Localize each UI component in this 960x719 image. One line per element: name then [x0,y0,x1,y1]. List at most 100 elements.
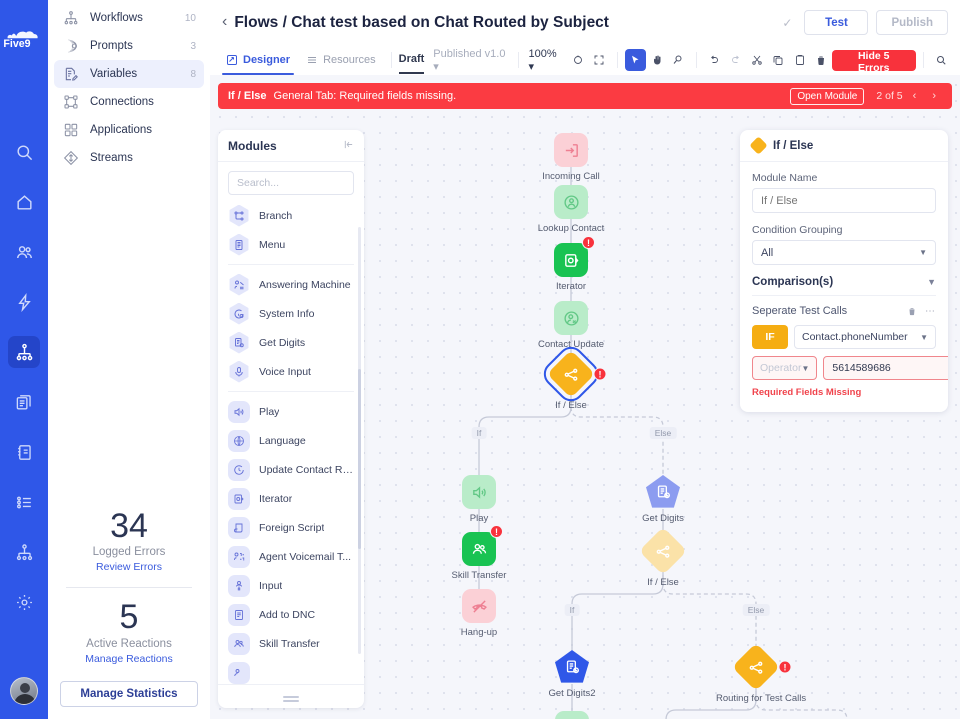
module-item-branch[interactable]: Branch [218,201,364,230]
search-input[interactable] [228,171,354,195]
tab-resources[interactable]: Resources [298,45,384,75]
sidebar-item-connections[interactable]: Connections [54,88,204,116]
delete-icon[interactable] [810,49,831,71]
tab-designer[interactable]: Designer [218,45,298,75]
canvas-search-icon[interactable] [931,49,952,71]
logged-errors-value: 34 [60,509,198,545]
sidebar-item-prompts[interactable]: Prompts 3 [54,32,204,60]
module-item-add-to-dnc[interactable]: Add to DNC [218,600,364,629]
module-item-update-contact-record[interactable]: Update Contact Re... [218,455,364,484]
comparisons-section-header[interactable]: Comparison(s) ▼ [752,276,936,295]
pan-hand-icon[interactable] [646,49,667,71]
select-tool-icon[interactable] [625,49,646,71]
search-icon[interactable] [8,136,40,168]
directory-icon[interactable] [8,436,40,468]
breadcrumb: Flows / Chat test based on Chat Routed b… [234,14,609,32]
sidebar-item-count: 3 [190,41,196,52]
module-item-label: Menu [259,239,285,251]
module-item-answering-machine[interactable]: Answering Machine [218,270,364,299]
flow-canvas[interactable]: If / Else General Tab: Required fields m… [210,75,960,719]
redo-icon[interactable] [725,49,746,71]
hide-errors-button[interactable]: Hide 5 Errors [832,50,916,71]
flow-node-hang-up[interactable]: Hang-up [439,589,519,638]
language-globe-icon [228,430,250,452]
zoom-level-select[interactable]: 100% ▾ [529,48,565,73]
chevron-down-icon: ▼ [920,333,928,342]
recenter-icon[interactable] [567,49,588,71]
modules-resize-handle[interactable] [218,684,364,708]
breadcrumb-current: Chat test based on Chat Routed by Subjec… [291,14,609,31]
manage-reactions-link[interactable]: Manage Reactions [60,653,198,665]
flow-node-contact-update[interactable]: Contact Update [531,301,611,350]
if-chip[interactable]: IF [752,325,788,349]
manage-statistics-button[interactable]: Manage Statistics [60,681,198,707]
state-draft[interactable]: Draft [399,53,425,67]
back-chevron-icon[interactable]: ‹ [222,14,234,32]
trash-icon[interactable] [907,306,917,316]
operator-placeholder: Operator [760,362,801,374]
operator-select[interactable]: Operator ▼ [752,356,817,380]
state-published[interactable]: Published v1.0 ▾ [433,48,510,73]
module-item-play[interactable]: Play [218,397,364,426]
flow-node-play[interactable]: Play [439,475,519,524]
flow-node-incoming-call[interactable]: Incoming Call [531,133,611,182]
breadcrumb-root[interactable]: Flows [234,14,278,31]
sidebar-item-streams[interactable]: Streams [54,144,204,172]
module-name-input[interactable] [752,188,936,213]
condition-grouping-select[interactable]: All ▼ [752,240,936,265]
fit-screen-icon[interactable] [588,49,609,71]
skill-transfer-icon: ! [462,532,496,566]
flow-node-lookup-contact[interactable]: Lookup Contact [531,185,611,234]
org-chart-icon[interactable] [8,536,40,568]
module-item-label: Language [259,435,306,447]
modules-list[interactable]: Branch Menu Answering Machine [218,199,364,684]
automation-bolt-icon[interactable] [8,286,40,318]
module-item-iterator[interactable]: Iterator [218,484,364,513]
sidebar-item-applications[interactable]: Applications [54,116,204,144]
sidebar-item-workflows[interactable]: Workflows 10 [54,4,204,32]
settings-gear-icon[interactable] [8,586,40,618]
condition-grouping-field-group: Condition Grouping All ▼ [752,224,936,265]
copy-icon[interactable] [768,49,789,71]
flow-node-skill-transfer[interactable]: ! Skill Transfer [439,532,519,581]
zoom-tool-icon[interactable] [667,49,688,71]
publish-button[interactable]: Publish [876,10,948,35]
undo-icon[interactable] [704,49,725,71]
review-errors-link[interactable]: Review Errors [60,561,198,573]
user-avatar[interactable] [10,677,38,705]
module-item-foreign-script[interactable]: Foreign Script [218,513,364,542]
flow-node-routing-for-test-calls[interactable]: ! Routing for Test Calls [716,650,796,704]
flow-node-partial-bottom[interactable] [532,711,612,719]
collapse-panel-icon[interactable] [343,139,354,153]
contacts-icon[interactable] [8,236,40,268]
module-item-input[interactable]: Input [218,571,364,600]
properties-panel: If / Else Module Name Condition Grouping… [740,130,948,412]
toolbar-divider [696,52,697,68]
sidebar-item-variables[interactable]: Variables 8 [54,60,204,88]
compare-value-input[interactable] [823,356,948,380]
more-options-icon[interactable]: ⋯ [925,306,936,317]
home-icon[interactable] [8,186,40,218]
flow-node-get-digits[interactable]: Get Digits [623,475,703,524]
module-item-skill-transfer[interactable]: Skill Transfer [218,629,364,658]
module-item-language[interactable]: Language [218,426,364,455]
lists-icon[interactable] [8,486,40,518]
flow-node-iterator[interactable]: ! Iterator [531,243,611,292]
module-item-voice-input[interactable]: Voice Input [218,357,364,386]
flow-node-if-else-2[interactable]: If / Else [623,534,703,588]
module-name-label: Module Name [752,172,936,184]
modules-scrollbar-thumb[interactable] [358,369,361,549]
module-item-get-digits[interactable]: Get Digits [218,328,364,357]
test-button[interactable]: Test [804,10,868,35]
cut-icon[interactable] [746,49,767,71]
variable-select[interactable]: Contact.phoneNumber ▼ [794,325,936,349]
flow-node-get-digits2[interactable]: ! Get Digits2 [532,650,612,699]
module-item-agent-voicemail-transfer[interactable]: Agent Voicemail T... [218,542,364,571]
flows-icon[interactable] [8,336,40,368]
flow-node-if-else-1[interactable]: ! If / Else [531,357,611,411]
campaigns-icon[interactable] [8,386,40,418]
module-item-system-info[interactable]: System Info [218,299,364,328]
module-item-menu[interactable]: Menu [218,230,364,259]
module-item-partial[interactable] [218,658,364,684]
paste-icon[interactable] [789,49,810,71]
